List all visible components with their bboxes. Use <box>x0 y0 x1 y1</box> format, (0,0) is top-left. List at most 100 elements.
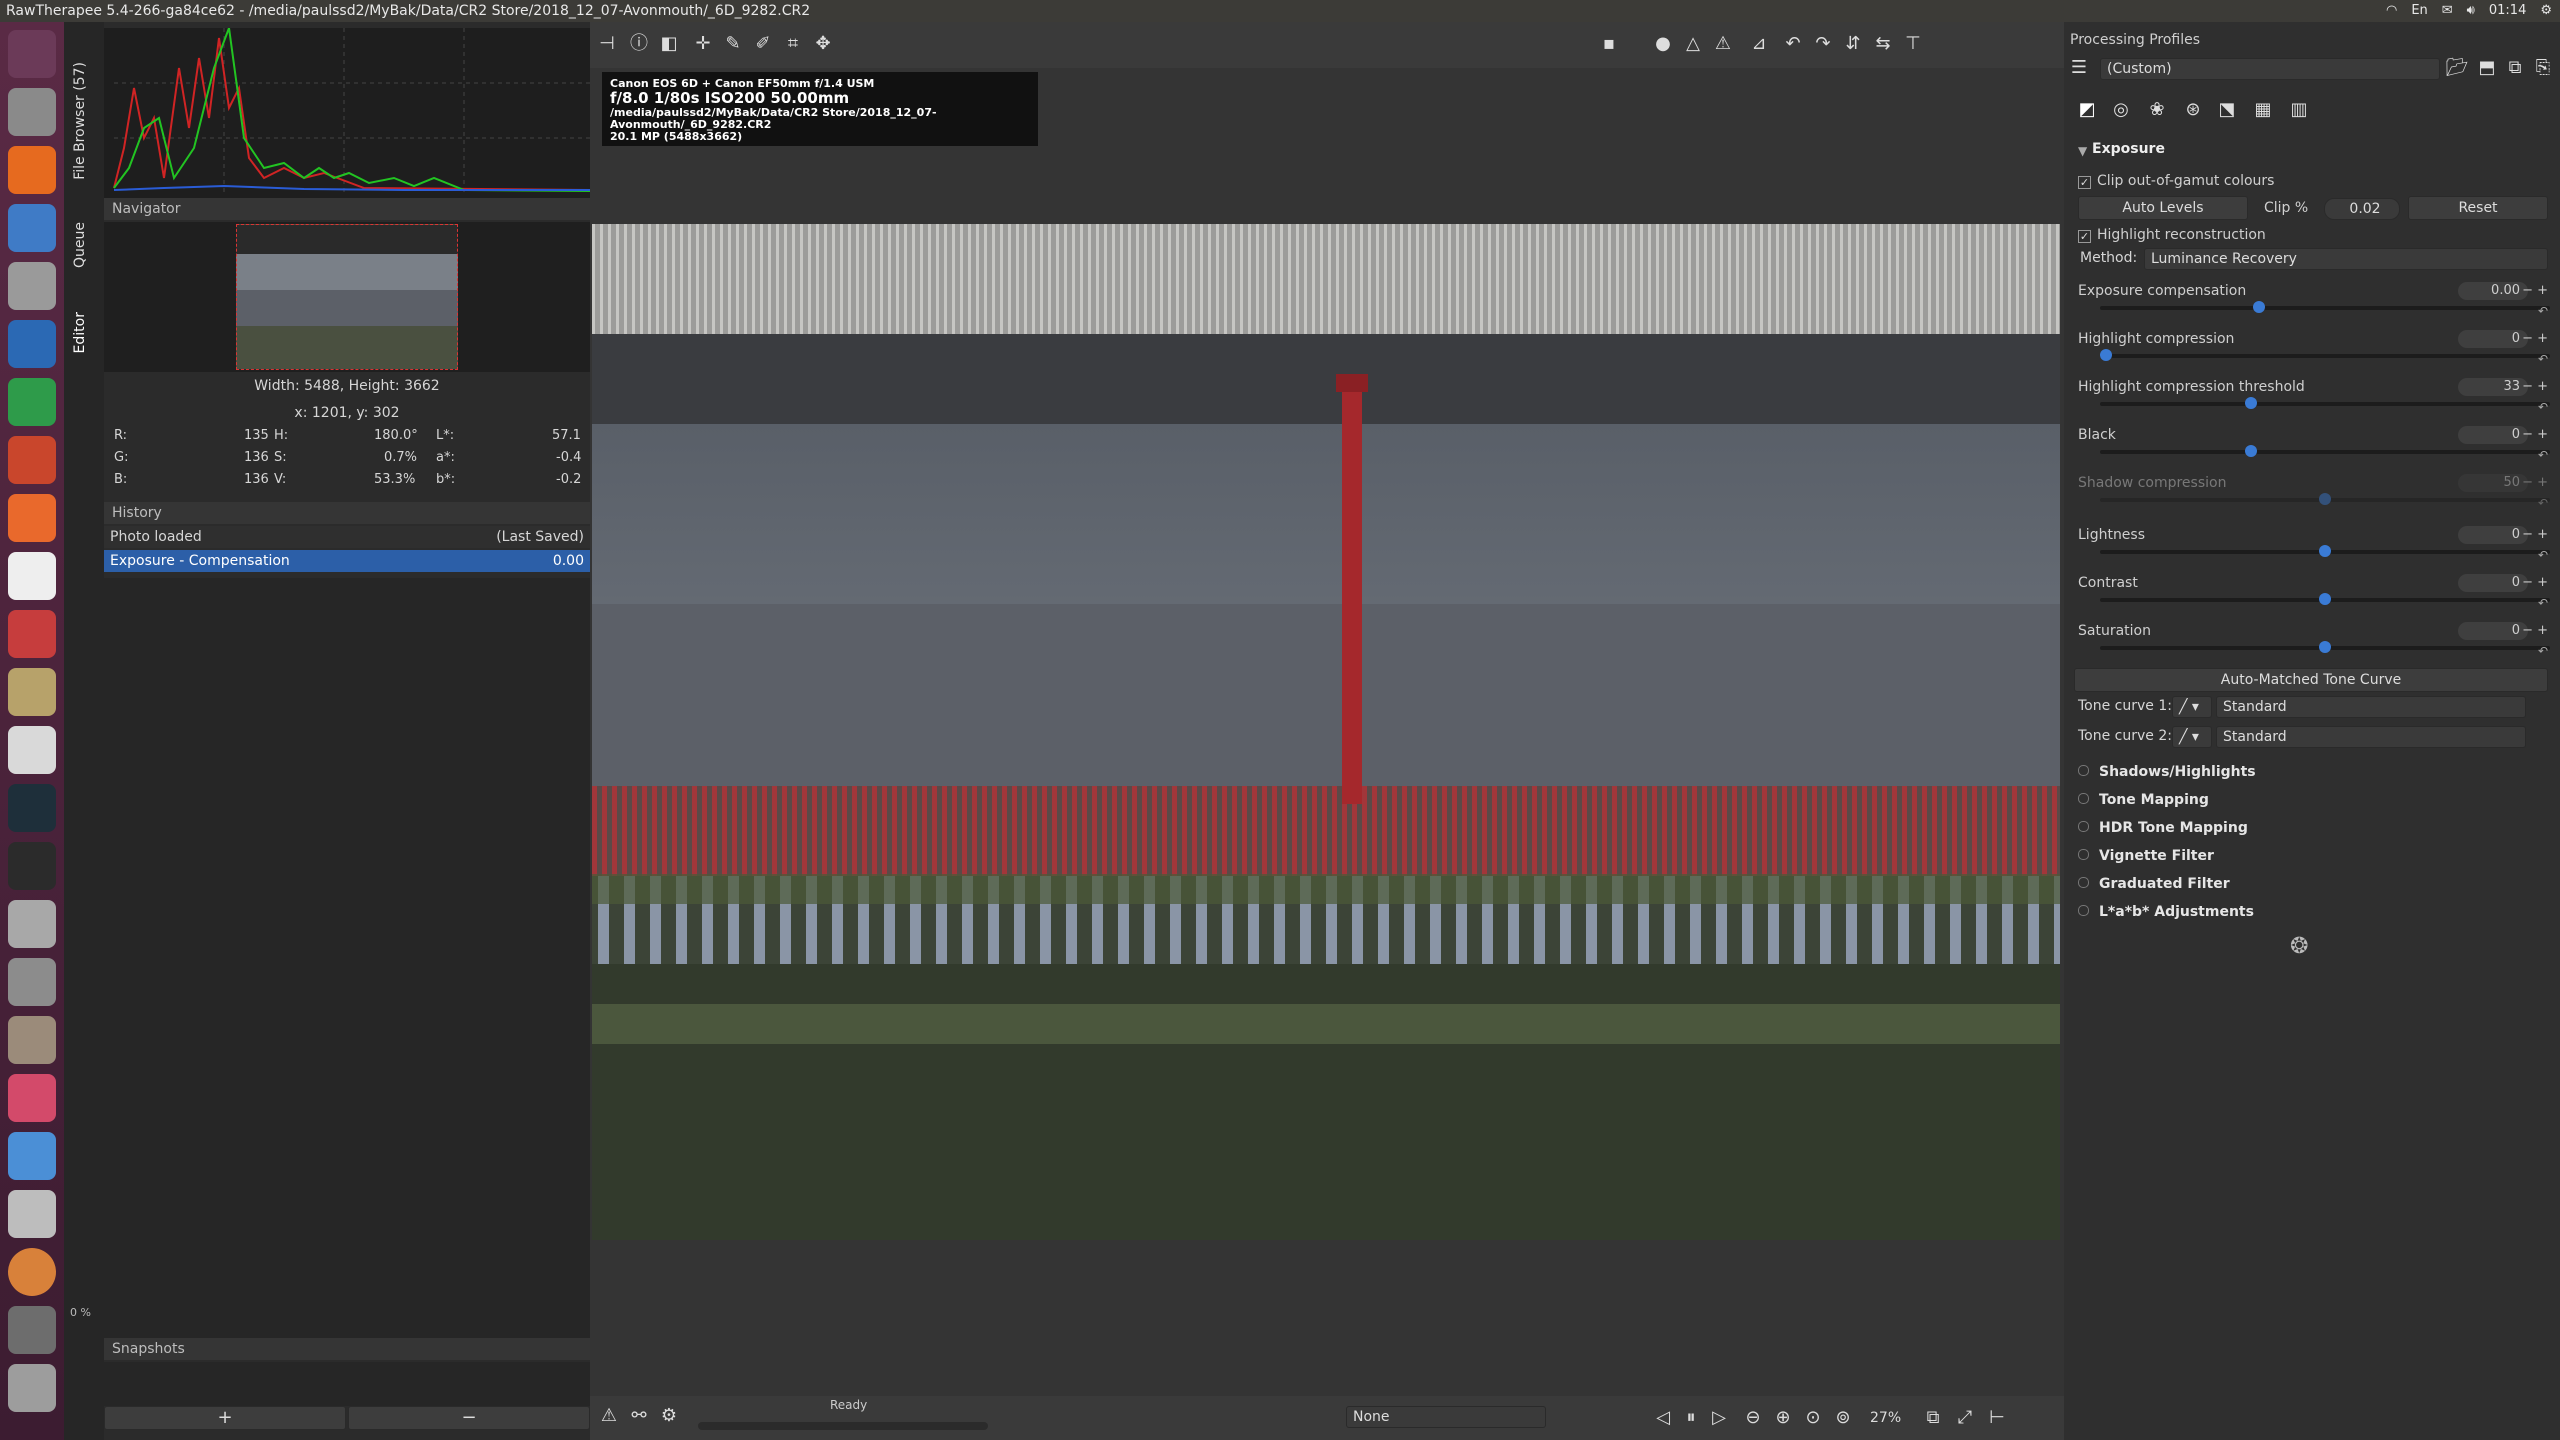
tone-curve-1-type-select[interactable]: ╱ ▾ <box>2172 696 2212 718</box>
before-after-icon[interactable]: ◧ <box>656 30 682 58</box>
highlight-clip-warning-icon[interactable]: ⚠ <box>1710 30 1736 58</box>
slider-value-spinner[interactable]: 50 <box>2458 474 2528 492</box>
slider-reset-icon[interactable]: ↶ <box>2538 544 2548 566</box>
slider-stepper-icon[interactable]: − + <box>2522 280 2548 302</box>
slider-stepper-icon[interactable]: − + <box>2522 424 2548 446</box>
detail-tab-icon[interactable]: ◎ <box>2108 96 2134 124</box>
rawtherapee-icon[interactable] <box>8 1248 56 1296</box>
fullscreen-icon[interactable]: ⤢ <box>1952 1404 1978 1432</box>
white-balance-picker-icon[interactable]: ✎ <box>720 30 746 58</box>
firefox-icon[interactable] <box>8 146 56 194</box>
exposure-section-title[interactable]: Exposure <box>2092 141 2165 157</box>
ubuntu-dash-icon[interactable] <box>8 30 56 78</box>
wavelet-tab-icon[interactable]: ⊛ <box>2180 96 2206 124</box>
info-icon[interactable]: ⓘ <box>626 30 652 58</box>
checkbox-icon[interactable]: ✓ <box>2078 176 2091 189</box>
sync-icon[interactable]: ⏸ <box>1678 1404 1704 1432</box>
slider-stepper-icon[interactable]: − + <box>2522 328 2548 350</box>
slider-knob[interactable] <box>2319 641 2331 653</box>
hide-top-panel-icon[interactable]: ⊤ <box>1900 30 1926 58</box>
flip-vertical-icon[interactable]: ⇵ <box>1840 30 1866 58</box>
slider-value-spinner[interactable]: 0 <box>2458 426 2528 444</box>
slider-track[interactable] <box>2100 397 2550 409</box>
gimp-icon[interactable] <box>8 1306 56 1354</box>
flip-horizontal-icon[interactable]: ⇆ <box>1870 30 1896 58</box>
rotate-left-icon[interactable]: ↶ <box>1780 30 1806 58</box>
slider-stepper-icon[interactable]: − + <box>2522 376 2548 398</box>
slider-track[interactable] <box>2100 301 2550 313</box>
hide-right-panel-icon[interactable]: ⊢ <box>1984 1404 2010 1432</box>
highlight-reconstruction-checkbox[interactable]: ✓ Highlight reconstruction <box>2078 224 2548 246</box>
profile-list-icon[interactable]: ☰ <box>2066 54 2092 82</box>
shadow-clip-warning-icon[interactable]: △ <box>1680 30 1706 58</box>
editor-tab[interactable]: Editor <box>72 312 88 353</box>
amazon-icon[interactable] <box>8 552 56 600</box>
slider-value-spinner[interactable]: 0 <box>2458 574 2528 592</box>
calc-icon[interactable] <box>8 378 56 426</box>
text-editor-icon[interactable] <box>8 726 56 774</box>
slider-reset-icon[interactable]: ↶ <box>2538 396 2548 418</box>
preview-mode-select[interactable]: None <box>1346 1406 1546 1428</box>
slider-stepper-icon[interactable]: − + <box>2522 620 2548 642</box>
vignette-filter-section[interactable]: Vignette Filter <box>2078 848 2214 864</box>
next-image-icon[interactable]: ▷ <box>1706 1404 1732 1432</box>
hand-tool-icon[interactable]: ✛ <box>690 30 716 58</box>
warning-icon[interactable]: ⚠ <box>596 1402 622 1430</box>
impress-icon[interactable] <box>8 436 56 484</box>
zoom-fit-icon[interactable]: ⊙ <box>1800 1404 1826 1432</box>
tone-curve-2-type-select[interactable]: ╱ ▾ <box>2172 726 2212 748</box>
remove-snapshot-button[interactable]: − <box>348 1406 590 1430</box>
slider-value-spinner[interactable]: 0.00 <box>2458 282 2528 300</box>
paste-profile-icon[interactable]: ⎘ <box>2530 54 2556 82</box>
slider-reset-icon[interactable]: ↶ <box>2538 640 2548 662</box>
photo-canvas[interactable] <box>592 224 2060 1240</box>
slider-knob[interactable] <box>2253 301 2266 313</box>
wifi-icon[interactable]: ◠ <box>2386 0 2397 22</box>
navigator-thumbnail[interactable] <box>236 224 458 370</box>
method-select[interactable]: Luminance Recovery <box>2144 248 2548 270</box>
software-center-icon[interactable] <box>8 494 56 542</box>
previous-image-icon[interactable]: ◁ <box>1650 1404 1676 1432</box>
slider-track[interactable] <box>2100 545 2550 557</box>
slider-reset-icon[interactable]: ↶ <box>2538 492 2548 514</box>
auto-levels-button[interactable]: Auto Levels <box>2078 196 2248 220</box>
slider-value-spinner[interactable]: 33 <box>2458 378 2528 396</box>
navigator-preview[interactable] <box>104 222 590 372</box>
slider-reset-icon[interactable]: ↶ <box>2538 348 2548 370</box>
disk-icon[interactable] <box>8 900 56 948</box>
slider-reset-icon[interactable]: ↶ <box>2538 592 2548 614</box>
terminal-icon[interactable] <box>8 842 56 890</box>
color-picker-icon[interactable]: ✐ <box>750 30 776 58</box>
slider-stepper-icon[interactable]: − + <box>2522 524 2548 546</box>
tools-icon[interactable] <box>8 610 56 658</box>
shadows-highlights-section[interactable]: Shadows/Highlights <box>2078 764 2256 780</box>
zoom-out-icon[interactable]: ⊖ <box>1740 1404 1766 1432</box>
image-viewer-icon[interactable] <box>8 668 56 716</box>
add-snapshot-button[interactable]: + <box>104 1406 346 1430</box>
copy-profile-icon[interactable]: ⧉ <box>2502 54 2528 82</box>
tone-curve-2-select[interactable]: Standard <box>2216 726 2526 748</box>
new-detail-window-icon[interactable]: ⧉ <box>1920 1404 1946 1432</box>
slider-knob[interactable] <box>2319 545 2331 557</box>
writer-icon[interactable] <box>8 320 56 368</box>
file-browser-tab[interactable]: File Browser (57) <box>72 62 88 180</box>
thermometer-icon[interactable] <box>8 1132 56 1180</box>
raw-tab-icon[interactable]: ▦ <box>2250 96 2276 124</box>
rotate-right-icon[interactable]: ↷ <box>1810 30 1836 58</box>
darktable-icon[interactable] <box>8 1074 56 1122</box>
volume-icon[interactable]: 🔊︎ <box>2467 0 2475 22</box>
color-tab-icon[interactable]: ❀ <box>2144 96 2170 124</box>
histogram[interactable] <box>104 27 591 208</box>
slider-reset-icon[interactable]: ↶ <box>2538 444 2548 466</box>
search-app-icon[interactable] <box>8 958 56 1006</box>
load-profile-icon[interactable]: 📂︎ <box>2444 54 2470 82</box>
slider-track[interactable] <box>2100 349 2550 361</box>
auto-matched-tone-curve-button[interactable]: Auto-Matched Tone Curve <box>2074 668 2548 692</box>
slider-value-spinner[interactable]: 0 <box>2458 526 2528 544</box>
reset-button[interactable]: Reset <box>2408 196 2548 220</box>
save-profile-icon[interactable]: ⬒ <box>2474 54 2500 82</box>
slider-stepper-icon[interactable]: − + <box>2522 572 2548 594</box>
zoom-in-icon[interactable]: ⊕ <box>1770 1404 1796 1432</box>
language-indicator[interactable]: En <box>2411 0 2427 22</box>
scanner-icon[interactable] <box>8 1364 56 1412</box>
